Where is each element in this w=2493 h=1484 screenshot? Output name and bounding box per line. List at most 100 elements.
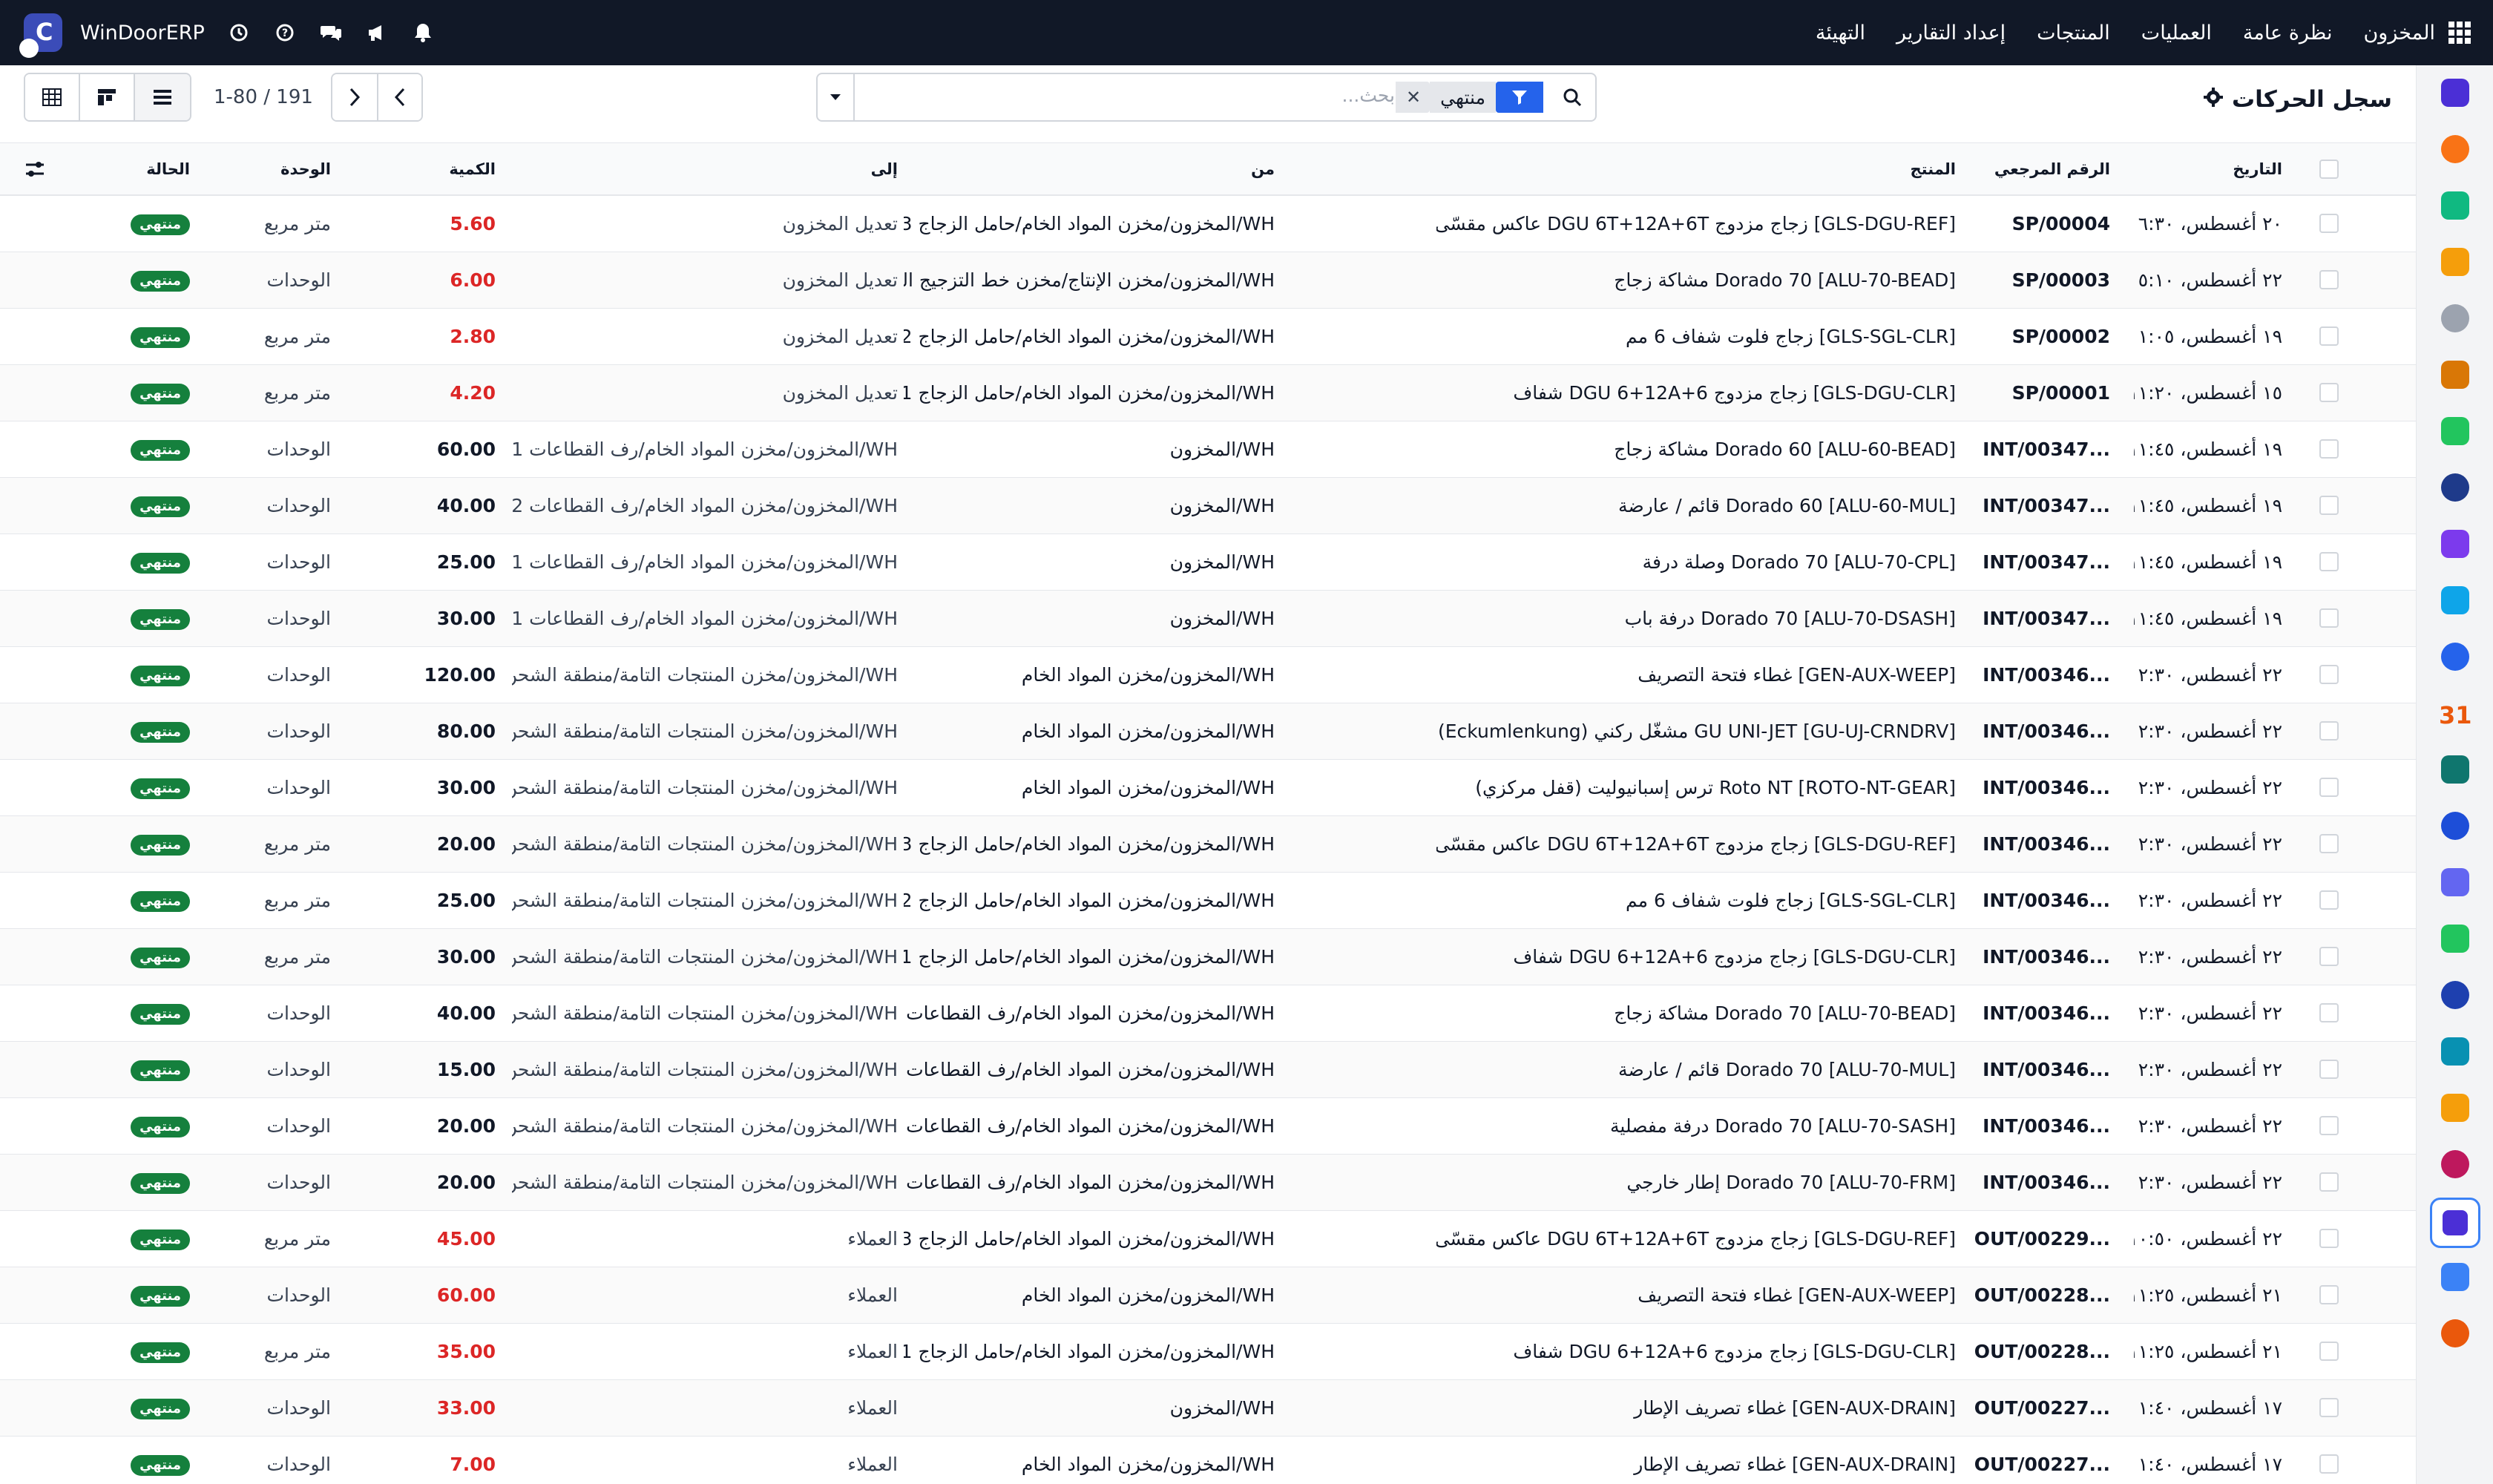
table-row[interactable]: ٢٢ أغسطس، ٢:٣٠ مINT/00346...[ALU-70-MUL]… (0, 1042, 2416, 1098)
row-checkbox[interactable] (2319, 326, 2339, 346)
app-switcher-icon[interactable] (2448, 22, 2471, 44)
search-facet[interactable]: منتهي ✕ (1396, 82, 1543, 113)
table-row[interactable]: ١٩ أغسطس، ١:٠٥ مSP/00002[GLS-SGL-CLR] زج… (0, 309, 2416, 365)
dashboard-icon[interactable] (2441, 248, 2469, 276)
manufacturing-icon[interactable] (2430, 1198, 2480, 1248)
brand-name[interactable]: WinDoorERP (80, 22, 205, 45)
header-ref[interactable]: الرقم المرجعي (1994, 143, 2110, 195)
odoo-icon[interactable] (2441, 1319, 2469, 1347)
row-checkbox[interactable] (2319, 1060, 2339, 1079)
clock-icon[interactable] (227, 21, 251, 45)
documents-icon[interactable] (2441, 586, 2469, 614)
table-row[interactable]: ٢٢ أغسطس، ٢:٣٠ مINT/00346...[ALU-70-FRM]… (0, 1155, 2416, 1211)
row-checkbox[interactable] (2319, 552, 2339, 571)
discuss-icon[interactable] (2441, 79, 2469, 107)
table-row[interactable]: ٢٢ أغسطس، ٢:٣٠ مINT/00346...[ALU-70-BEAD… (0, 985, 2416, 1042)
row-checkbox[interactable] (2319, 496, 2339, 515)
table-row[interactable]: ١٩ أغسطس، ١١:٤٥ صINT/00347...[ALU-60-MUL… (0, 478, 2416, 534)
table-row[interactable]: ٢٢ أغسطس، ٢:٣٠ مINT/00346...[ALU-70-SASH… (0, 1098, 2416, 1155)
table-row[interactable]: ٢٢ أغسطس، ٢:٣٠ مINT/00346...[GLS-DGU-CLR… (0, 929, 2416, 985)
help-icon[interactable]: ? (273, 21, 297, 45)
select-all-checkbox[interactable] (2319, 160, 2339, 179)
crm-icon[interactable] (2441, 135, 2469, 163)
row-checkbox[interactable] (2319, 721, 2339, 741)
table-row[interactable]: ١٩ أغسطس، ١١:٤٥ صINT/00347...[ALU-70-CPL… (0, 534, 2416, 591)
table-row[interactable]: ١٧ أغسطس، ١:٤٠ مOUT/00227...[GEN-AUX-DRA… (0, 1437, 2416, 1484)
apps-icon[interactable] (2441, 868, 2469, 896)
row-checkbox[interactable] (2319, 1285, 2339, 1304)
search-button[interactable] (1549, 74, 1595, 120)
row-checkbox[interactable] (2319, 1398, 2339, 1417)
table-row[interactable]: ١٧ أغسطس، ١:٤٠ مOUT/00227...[GEN-AUX-DRA… (0, 1380, 2416, 1437)
header-to[interactable]: إلى (871, 143, 898, 195)
header-state[interactable]: الحالة (146, 143, 190, 195)
table-row[interactable]: ٢١ أغسطس، ١١:٢٥ صOUT/00228...[GLS-DGU-CL… (0, 1324, 2416, 1380)
menu-configuration[interactable]: التهيئة (1816, 22, 1865, 45)
row-checkbox[interactable] (2319, 834, 2339, 853)
menu-products[interactable]: المنتجات (2037, 22, 2110, 45)
row-checkbox[interactable] (2319, 214, 2339, 233)
purchase-icon[interactable] (2441, 530, 2469, 558)
sign-icon[interactable] (2441, 755, 2469, 784)
header-uom[interactable]: الوحدة (280, 143, 331, 195)
table-row[interactable]: ٢١ أغسطس، ١١:٢٥ صOUT/00228...[GEN-AUX-WE… (0, 1267, 2416, 1324)
row-checkbox[interactable] (2319, 665, 2339, 684)
row-checkbox[interactable] (2319, 1116, 2339, 1135)
header-date[interactable]: التاريخ (2233, 143, 2282, 195)
table-row[interactable]: ٢٢ أغسطس، ٢:٣٠ مINT/00346...[GLS-DGU-REF… (0, 816, 2416, 873)
search-input[interactable]: بحث... (1342, 85, 1395, 106)
row-checkbox[interactable] (2319, 947, 2339, 966)
header-qty[interactable]: الكمية (449, 143, 496, 195)
row-checkbox[interactable] (2319, 890, 2339, 910)
row-checkbox[interactable] (2319, 439, 2339, 459)
menu-operations[interactable]: العمليات (2141, 22, 2212, 45)
table-row[interactable]: ٢٢ أغسطس، ٢:٣٠ مINT/00346...[GEN-AUX-WEE… (0, 647, 2416, 703)
table-row[interactable]: ١٥ أغسطس، ١١:٢٠ صSP/00001[GLS-DGU-CLR] ز… (0, 365, 2416, 421)
kanban-icon[interactable] (2441, 1150, 2469, 1178)
reporting-icon[interactable] (2441, 1263, 2469, 1291)
gear-icon[interactable] (2203, 87, 2223, 112)
todo-icon[interactable] (2441, 417, 2469, 445)
optional-columns-icon[interactable] (24, 158, 46, 180)
planning-icon[interactable] (2441, 812, 2469, 840)
employees-icon[interactable] (2441, 643, 2469, 671)
row-checkbox[interactable] (2319, 1342, 2339, 1361)
pager-value[interactable]: 1-80 / 191 (214, 86, 313, 108)
pivot-view-button[interactable] (25, 74, 80, 120)
calendar-icon[interactable]: 31 (2439, 699, 2472, 732)
telegram-icon[interactable] (2441, 1094, 2469, 1122)
row-checkbox[interactable] (2319, 608, 2339, 628)
contacts-icon[interactable] (2441, 361, 2469, 389)
table-row[interactable]: ٢٢ أغسطس، ١٠:٥٠ صOUT/00229...[GLS-DGU-RE… (0, 1211, 2416, 1267)
table-row[interactable]: ١٩ أغسطس، ١١:٤٥ صINT/00347...[ALU-70-DSA… (0, 591, 2416, 647)
table-row[interactable]: ١٩ أغسطس، ١١:٤٥ صINT/00347...[ALU-60-BEA… (0, 421, 2416, 478)
header-from[interactable]: من (1251, 143, 1275, 195)
row-checkbox[interactable] (2319, 1003, 2339, 1022)
row-checkbox[interactable] (2319, 270, 2339, 289)
table-row[interactable]: ٢٢ أغسطس، ٥:١٠ مSP/00003[ALU-70-BEAD] Do… (0, 252, 2416, 309)
header-product[interactable]: المنتج (1911, 143, 1956, 195)
kanban-view-button[interactable] (80, 74, 135, 120)
inventory-icon[interactable] (2441, 304, 2469, 332)
bell-icon[interactable] (411, 21, 435, 45)
menu-reporting[interactable]: إعداد التقارير (1896, 22, 2006, 45)
announcement-icon[interactable] (365, 21, 389, 45)
timesheet-icon[interactable] (2441, 981, 2469, 1009)
table-row[interactable]: ٢٢ أغسطس، ٢:٣٠ مINT/00346...[ROTO-NT-GEA… (0, 760, 2416, 816)
list-view-button[interactable] (135, 74, 190, 120)
close-icon[interactable]: ✕ (1396, 82, 1431, 113)
table-row[interactable]: ٢٠ أغسطس، ٦:٣٠ مSP/00004[GLS-DGU-REF] زج… (0, 196, 2416, 252)
row-checkbox[interactable] (2319, 1454, 2339, 1474)
row-checkbox[interactable] (2319, 383, 2339, 402)
search-options-toggle[interactable] (818, 74, 855, 120)
row-checkbox[interactable] (2319, 1229, 2339, 1248)
chat-icon[interactable] (319, 21, 343, 45)
row-checkbox[interactable] (2319, 778, 2339, 797)
sales-icon[interactable] (2441, 191, 2469, 220)
table-row[interactable]: ٢٢ أغسطس، ٢:٣٠ مINT/00346...[GLS-SGL-CLR… (0, 873, 2416, 929)
brand-logo[interactable]: C (19, 13, 62, 58)
pager-next-button[interactable] (332, 74, 377, 120)
table-row[interactable]: ٢٢ أغسطس، ٢:٣٠ مINT/00346...[GU-UJ-CRNDR… (0, 703, 2416, 760)
pager-prev-button[interactable] (376, 74, 421, 120)
row-checkbox[interactable] (2319, 1172, 2339, 1192)
